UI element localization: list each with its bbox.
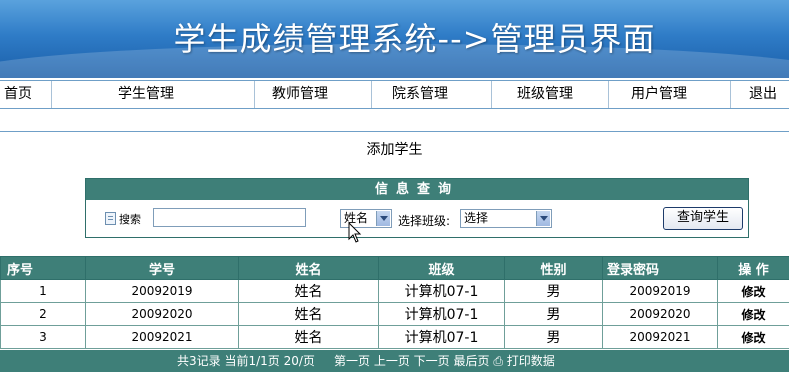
search-input[interactable] <box>153 208 306 227</box>
nav-item-label: 首页 <box>4 86 32 102</box>
pager-summary: 共3记录 当前1/1页 20/页 <box>177 354 315 368</box>
pager: 共3记录 当前1/1页 20/页 第一页 上一页 下一页 最后页 ⎙ 打印数据 <box>177 350 555 372</box>
mouse-cursor-icon <box>348 222 362 243</box>
col-header-password: 登录密码 <box>602 256 718 280</box>
students-table: 序号 学号 姓名 班级 性别 登录密码 操 作 1 20092019 姓名 计算… <box>0 256 789 349</box>
col-header-gender: 性别 <box>504 256 603 280</box>
edit-link[interactable]: 修改 <box>717 325 789 349</box>
divider <box>0 131 789 132</box>
chevron-down-icon[interactable] <box>376 211 390 226</box>
nav-item-label: 班级管理 <box>517 86 573 102</box>
nav-item-label: 教师管理 <box>272 86 328 102</box>
cell-class: 计算机07-1 <box>378 302 505 326</box>
first-page-link[interactable]: 第一页 <box>334 354 370 368</box>
cell-gender: 男 <box>504 302 603 326</box>
edit-link[interactable]: 修改 <box>717 279 789 303</box>
cell-id: 20092021 <box>85 325 239 349</box>
query-students-button[interactable]: 查询学生 <box>663 207 743 230</box>
nav-item-label: 院系管理 <box>392 86 448 102</box>
next-page-link[interactable]: 下一页 <box>414 354 450 368</box>
cell-gender: 男 <box>504 325 603 349</box>
nav-item-logout[interactable]: 退出 <box>731 81 789 108</box>
edit-link[interactable]: 修改 <box>717 302 789 326</box>
cell-name: 姓名 <box>238 325 379 349</box>
search-label: 搜索 <box>119 213 141 226</box>
class-select[interactable]: 选择 <box>460 209 552 228</box>
nav-item-users[interactable]: 用户管理 <box>609 81 731 108</box>
cell-password: 20092021 <box>602 325 718 349</box>
cell-id: 20092020 <box>85 302 239 326</box>
col-header-name: 姓名 <box>238 256 379 280</box>
students-table-wrap: 序号 学号 姓名 班级 性别 登录密码 操 作 1 20092019 姓名 计算… <box>0 256 789 349</box>
prev-page-link[interactable]: 上一页 <box>374 354 410 368</box>
nav-item-label: 用户管理 <box>631 86 687 102</box>
search-panel-title: 信息查询 <box>86 179 748 200</box>
search-panel: 信息查询 搜索 姓名 选择班级: 选择 查询学生 <box>85 178 749 238</box>
nav-item-departments[interactable]: 院系管理 <box>372 81 492 108</box>
pager-footer: 共3记录 当前1/1页 20/页 第一页 上一页 下一页 最后页 ⎙ 打印数据 <box>0 350 789 372</box>
cell-password: 20092019 <box>602 279 718 303</box>
col-header-no: 序号 <box>0 256 86 280</box>
main-nav: 首页 学生管理 教师管理 院系管理 班级管理 用户管理 退出 <box>0 80 789 109</box>
nav-item-label: 退出 <box>749 86 777 102</box>
search-icon <box>105 212 116 225</box>
cell-class: 计算机07-1 <box>378 279 505 303</box>
nav-item-label: 学生管理 <box>118 86 174 102</box>
page-title: 学生成绩管理系统-->管理员界面 <box>173 20 656 58</box>
cell-name: 姓名 <box>238 279 379 303</box>
cell-gender: 男 <box>504 279 603 303</box>
col-header-actions: 操 作 <box>717 256 789 280</box>
cell-name: 姓名 <box>238 302 379 326</box>
cell-password: 20092020 <box>602 302 718 326</box>
col-header-class: 班级 <box>378 256 505 280</box>
cell-class: 计算机07-1 <box>378 325 505 349</box>
table-row: 1 20092019 姓名 计算机07-1 男 20092019 修改 <box>0 279 789 303</box>
class-select-value: 选择 <box>464 211 489 225</box>
col-header-id: 学号 <box>85 256 239 280</box>
chevron-down-icon[interactable] <box>536 211 550 226</box>
nav-item-home[interactable]: 首页 <box>0 81 52 108</box>
cell-no: 2 <box>0 302 86 326</box>
nav-item-students[interactable]: 学生管理 <box>52 81 255 108</box>
nav-item-teachers[interactable]: 教师管理 <box>255 81 372 108</box>
cell-id: 20092019 <box>85 279 239 303</box>
table-row: 3 20092021 姓名 计算机07-1 男 20092021 修改 <box>0 325 789 349</box>
header-banner: 学生成绩管理系统-->管理员界面 <box>0 0 789 78</box>
class-select-label: 选择班级: <box>398 214 451 228</box>
nav-item-classes[interactable]: 班级管理 <box>492 81 609 108</box>
add-student-link[interactable]: 添加学生 <box>0 139 789 159</box>
last-page-link[interactable]: 最后页 <box>454 354 490 368</box>
cell-no: 1 <box>0 279 86 303</box>
search-row: 搜索 姓名 选择班级: 选择 查询学生 <box>86 200 748 237</box>
printer-icon: ⎙ <box>493 354 503 368</box>
table-header-row: 序号 学号 姓名 班级 性别 登录密码 操 作 <box>0 256 789 280</box>
table-row: 2 20092020 姓名 计算机07-1 男 20092020 修改 <box>0 302 789 326</box>
cell-no: 3 <box>0 325 86 349</box>
print-data-link[interactable]: 打印数据 <box>507 354 555 368</box>
